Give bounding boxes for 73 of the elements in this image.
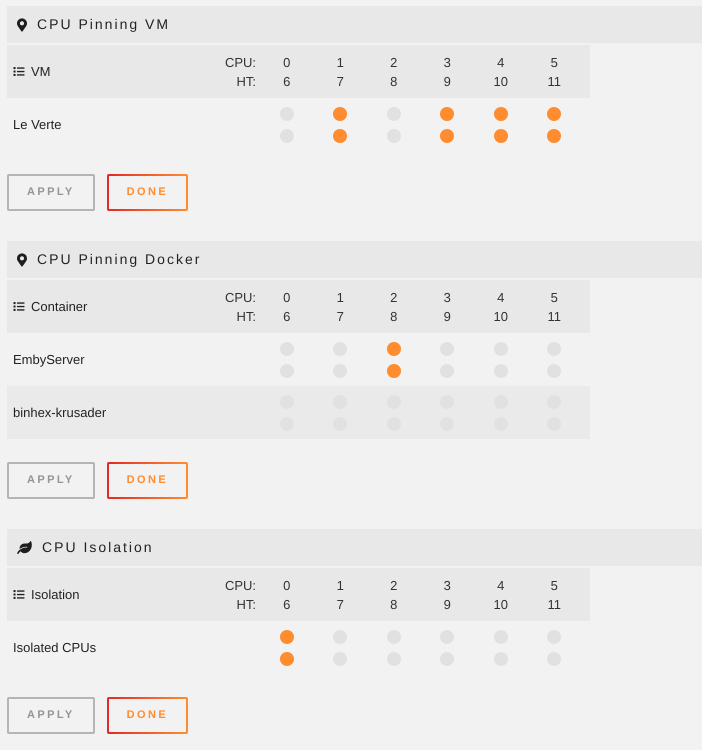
ht-label: HT:	[236, 308, 256, 326]
ht-number: 10	[494, 308, 508, 326]
ht-number: 8	[390, 596, 398, 614]
section-title: CPU Pinning VM	[37, 15, 170, 34]
row-name: binhex-krusader	[13, 404, 106, 422]
pin-toggle[interactable]	[386, 364, 401, 378]
pin-toggle[interactable]	[280, 652, 294, 666]
cpu-label: CPU:	[224, 54, 256, 72]
ht-label: HT:	[236, 72, 256, 90]
cpu-number: 2	[390, 54, 398, 72]
pin-toggle[interactable]	[440, 106, 454, 120]
cpu-number: 4	[497, 288, 504, 306]
pin-toggle[interactable]	[386, 342, 401, 356]
ht-number: 7	[336, 596, 344, 614]
pin-toggle[interactable]	[280, 630, 294, 644]
row-name: EmbyServer	[13, 350, 85, 369]
column-heading: Container	[31, 298, 88, 316]
cpu-number: 4	[497, 54, 504, 72]
cpu-number: 5	[550, 54, 558, 72]
pin-toggle[interactable]	[547, 128, 562, 142]
pin-toggle[interactable]	[333, 128, 348, 142]
action-button[interactable]: DONE	[106, 174, 188, 211]
ht-number: 6	[283, 72, 290, 90]
pin-toggle[interactable]	[494, 106, 508, 120]
leaf-icon	[17, 541, 32, 554]
row-name: Le Verte	[13, 116, 62, 134]
pin-toggle[interactable]	[333, 106, 348, 120]
cpu-number: 3	[444, 54, 451, 72]
ht-number: 9	[444, 596, 451, 614]
ht-number: 11	[548, 308, 561, 326]
action-button[interactable]: DONE	[106, 697, 188, 734]
list-icon	[13, 589, 25, 600]
pin-toggle[interactable]	[547, 106, 562, 120]
list-icon	[13, 301, 25, 312]
cpu-number: 1	[336, 576, 344, 594]
cpu-number: 0	[283, 54, 290, 72]
ht-number: 7	[336, 72, 344, 90]
ht-number: 8	[390, 308, 398, 326]
cpu-number: 3	[444, 288, 451, 306]
cpu-number: 1	[336, 54, 344, 72]
cpu-number: 5	[550, 288, 558, 306]
cpu-number: 0	[283, 576, 290, 594]
ht-number: 10	[494, 596, 508, 614]
ht-number: 6	[283, 308, 290, 326]
map-marker-icon	[17, 18, 27, 32]
ht-number: 7	[336, 308, 344, 326]
ht-number: 9	[444, 72, 451, 90]
pin-toggle[interactable]	[440, 128, 454, 142]
map-marker-icon	[17, 252, 27, 266]
cpu-number: 1	[336, 288, 344, 306]
ht-label: HT:	[236, 596, 256, 614]
action-button[interactable]: DONE	[106, 462, 188, 499]
cpu-number: 4	[497, 576, 504, 594]
ht-number: 10	[494, 72, 508, 90]
cpu-number: 0	[283, 288, 290, 306]
cpu-number: 2	[390, 288, 398, 306]
section-title: CPU Pinning Docker	[37, 250, 202, 269]
list-icon	[13, 66, 25, 77]
column-heading: Isolation	[31, 586, 80, 604]
row-name: Isolated CPUs	[13, 638, 96, 657]
column-heading: VM	[31, 62, 50, 81]
cpu-number: 2	[390, 576, 398, 594]
ht-number: 11	[548, 72, 561, 90]
ht-number: 6	[283, 596, 290, 614]
ht-number: 9	[444, 308, 451, 326]
ht-number: 11	[548, 596, 561, 614]
cpu-label: CPU:	[224, 576, 256, 594]
cpu-number: 3	[444, 576, 451, 594]
cpu-number: 5	[550, 576, 558, 594]
cpu-label: CPU:	[224, 288, 256, 306]
ht-number: 8	[390, 72, 398, 90]
section-title: CPU Isolation	[42, 538, 154, 557]
pin-toggle[interactable]	[494, 128, 508, 142]
